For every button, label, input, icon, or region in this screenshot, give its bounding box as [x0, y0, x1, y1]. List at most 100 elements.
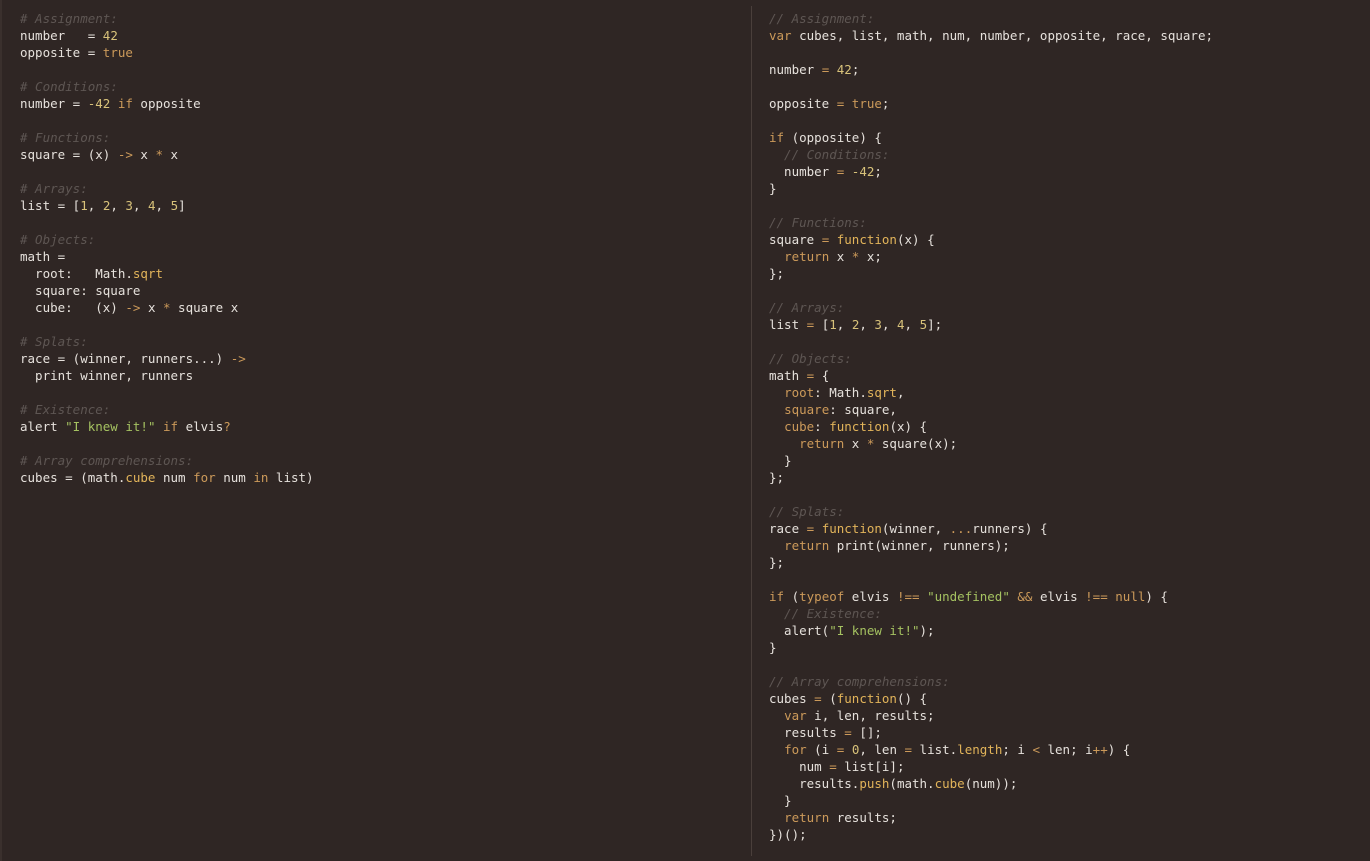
code-token-text: ;: [881, 96, 890, 111]
code-line: // Splats:: [769, 503, 1370, 520]
code-token-text: ,: [859, 317, 875, 332]
code-token-num: 5: [919, 317, 928, 332]
code-token-num: 4: [148, 198, 156, 213]
code-line: root: Math.sqrt,: [769, 384, 1370, 401]
code-token-text: len; i: [1039, 742, 1093, 757]
code-token-text: runners) {: [972, 521, 1048, 536]
code-token-kw: if: [117, 96, 133, 111]
code-token-kw: return: [799, 436, 845, 451]
code-token-op: !==: [896, 589, 920, 604]
code-line: race = function(winner, ...runners) {: [769, 520, 1370, 537]
code-token-op: =: [814, 691, 822, 706]
code-token-text: num: [215, 470, 254, 485]
code-line: list = [1, 2, 3, 4, 5];: [769, 316, 1370, 333]
code-token-text: ,: [836, 317, 852, 332]
code-token-op: !==: [1085, 589, 1108, 604]
code-token-comment: # Assignment:: [20, 11, 118, 26]
code-token-text: () {: [896, 691, 928, 706]
code-line: # Array comprehensions:: [20, 452, 751, 469]
code-line: cubes = (math.cube num for num in list): [20, 469, 751, 486]
code-line: results = [];: [769, 724, 1370, 741]
code-token-fn: sqrt: [866, 385, 897, 400]
code-token-fn: length: [957, 742, 1003, 757]
code-token-text: ,: [896, 385, 905, 400]
code-token-comment: # Arrays:: [20, 181, 88, 196]
code-token-op: <: [1032, 742, 1040, 757]
code-token-num: 4: [897, 317, 905, 332]
code-line: // Conditions:: [769, 146, 1370, 163]
code-line: var i, len, results;: [769, 707, 1370, 724]
code-token-op: ->: [117, 147, 133, 162]
code-line: number = 42;: [769, 61, 1370, 78]
code-token-kw: return: [784, 538, 830, 553]
code-token-comment: # Existence:: [20, 402, 111, 417]
code-token-text: x: [844, 436, 867, 451]
code-token-text: math: [769, 368, 807, 383]
code-token-comment: // Objects:: [769, 351, 852, 366]
code-token-text: list): [268, 470, 314, 485]
code-token-comment: # Functions:: [20, 130, 111, 145]
code-token-text: opposite =: [20, 45, 103, 60]
code-token-text: ]: [178, 198, 186, 213]
code-token-text: ,: [155, 198, 171, 213]
code-line: // Objects:: [769, 350, 1370, 367]
coffeescript-pane[interactable]: # Assignment: number = 42 opposite = true #…: [2, 0, 751, 861]
javascript-pane[interactable]: // Assignment: var cubes, list, math, num…: [751, 0, 1370, 861]
code-token-kw: for: [193, 470, 216, 485]
code-token-text: [];: [851, 725, 882, 740]
code-token-text: list: [769, 317, 807, 332]
code-token-fn: cube: [125, 470, 156, 485]
code-token-text: number =: [20, 96, 88, 111]
code-line: cube: function(x) {: [769, 418, 1370, 435]
code-token-fn: function: [836, 232, 897, 247]
code-token-fn: cube: [934, 776, 965, 791]
code-token-text: list.: [912, 742, 958, 757]
code-token-text: (winner,: [881, 521, 950, 536]
code-token-text: , len: [859, 742, 905, 757]
code-token-text: x;: [859, 249, 882, 264]
code-token-num: 3: [874, 317, 882, 332]
code-token-text: cubes = (math.: [20, 470, 126, 485]
code-token-text: alert(: [769, 623, 830, 638]
code-line: cubes = (function() {: [769, 690, 1370, 707]
code-line: # Assignment:: [20, 10, 751, 27]
code-line: var cubes, list, math, num, number, oppo…: [769, 27, 1370, 44]
code-line: number = -42 if opposite: [20, 95, 751, 112]
code-token-text: [: [814, 317, 830, 332]
code-token-text: ; i: [1002, 742, 1033, 757]
code-token-text: square: square: [20, 283, 141, 298]
code-token-kw: if: [769, 589, 785, 604]
code-token-op: *: [163, 300, 171, 315]
code-token-text: num: [769, 759, 830, 774]
code-line: };: [769, 554, 1370, 571]
code-token-op: &&: [1017, 589, 1033, 604]
code-line: # Existence:: [20, 401, 751, 418]
code-token-op: =: [829, 759, 837, 774]
code-token-comment: # Conditions:: [20, 79, 118, 94]
code-token-kw: true: [102, 45, 133, 60]
code-token-str: "undefined": [927, 589, 1010, 604]
code-token-op: =: [844, 725, 852, 740]
code-line: return x * square(x);: [769, 435, 1370, 452]
code-token-str: "I knew it!": [65, 419, 156, 434]
code-token-text: number: [769, 164, 837, 179]
code-line: for (i = 0, len = list.length; i < len; …: [769, 741, 1370, 758]
code-token-text: };: [769, 470, 785, 485]
code-line: return print(winner, runners);: [769, 537, 1370, 554]
code-token-text: ,: [904, 317, 920, 332]
code-token-num: 1: [80, 198, 88, 213]
